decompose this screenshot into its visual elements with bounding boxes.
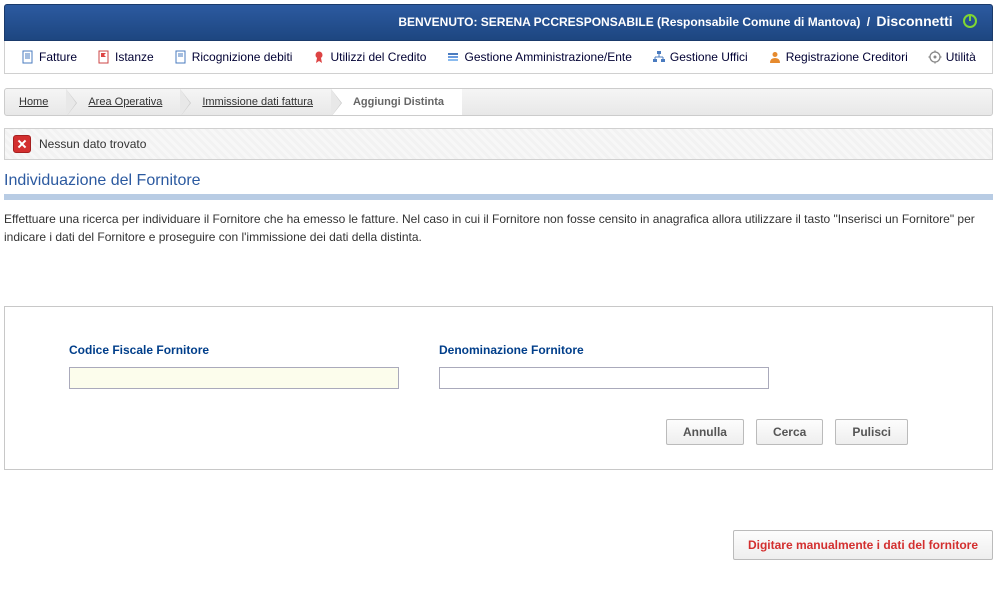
menu-label: Utilità <box>946 50 976 64</box>
den-input[interactable] <box>439 367 769 389</box>
menu-label: Fatture <box>39 50 77 64</box>
breadcrumb-home[interactable]: Home <box>5 89 66 115</box>
button-row: Annulla Cerca Pulisci <box>29 419 908 445</box>
section-description: Effettuare una ricerca per individuare i… <box>4 210 993 246</box>
slash: / <box>867 15 870 29</box>
flag-icon <box>97 50 111 64</box>
section-underline <box>4 194 993 200</box>
menu-label: Gestione Uffici <box>670 50 748 64</box>
stack-icon <box>446 50 460 64</box>
menu-label: Registrazione Creditori <box>786 50 908 64</box>
manual-entry-button[interactable]: Digitare manualmente i dati del fornitor… <box>733 530 993 560</box>
cf-label: Codice Fiscale Fornitore <box>69 343 399 357</box>
message-text: Nessun dato trovato <box>39 137 146 151</box>
section-title: Individuazione del Fornitore <box>4 172 993 190</box>
menu-fatture[interactable]: Fatture <box>13 47 85 67</box>
breadcrumb-current: Aggiungi Distinta <box>331 89 462 115</box>
breadcrumb: Home Area Operativa Immissione dati fatt… <box>4 88 993 116</box>
header-bar: BENVENUTO: SERENA PCCRESPONSABILE (Respo… <box>4 4 993 41</box>
document-icon <box>174 50 188 64</box>
form-row: Codice Fiscale Fornitore Denominazione F… <box>69 343 968 389</box>
user-icon <box>768 50 782 64</box>
annulla-button[interactable]: Annulla <box>666 419 744 445</box>
breadcrumb-area[interactable]: Area Operativa <box>66 89 180 115</box>
menu-label: Ricognizione debiti <box>192 50 293 64</box>
pulisci-button[interactable]: Pulisci <box>835 419 908 445</box>
menu-bar: Fatture Istanze Ricognizione debiti Util… <box>4 41 993 74</box>
menu-gestione-uffici[interactable]: Gestione Uffici <box>644 47 756 67</box>
menu-istanze[interactable]: Istanze <box>89 47 162 67</box>
cerca-button[interactable]: Cerca <box>756 419 823 445</box>
power-icon[interactable] <box>962 13 978 32</box>
cf-input[interactable] <box>69 367 399 389</box>
breadcrumb-immissione[interactable]: Immissione dati fattura <box>180 89 331 115</box>
welcome-text: BENVENUTO: SERENA PCCRESPONSABILE (Respo… <box>398 15 860 29</box>
message-row: Nessun dato trovato <box>4 128 993 160</box>
menu-label: Utilizzi del Credito <box>330 50 426 64</box>
menu-utilita[interactable]: Utilità <box>920 47 984 67</box>
form-panel: Codice Fiscale Fornitore Denominazione F… <box>4 306 993 470</box>
menu-gestione-amministrazione[interactable]: Gestione Amministrazione/Ente <box>438 47 639 67</box>
disconnect-link[interactable]: Disconnetti <box>876 13 952 29</box>
den-label: Denominazione Fornitore <box>439 343 769 357</box>
document-icon <box>21 50 35 64</box>
field-codice-fiscale: Codice Fiscale Fornitore <box>69 343 399 389</box>
menu-label: Istanze <box>115 50 154 64</box>
menu-ricognizione[interactable]: Ricognizione debiti <box>166 47 301 67</box>
menu-registrazione-creditori[interactable]: Registrazione Creditori <box>760 47 916 67</box>
footer-row: Digitare manualmente i dati del fornitor… <box>4 530 993 560</box>
menu-label: Gestione Amministrazione/Ente <box>464 50 631 64</box>
field-denominazione: Denominazione Fornitore <box>439 343 769 389</box>
gear-icon <box>928 50 942 64</box>
menu-utilizzi[interactable]: Utilizzi del Credito <box>304 47 434 67</box>
ribbon-icon <box>312 50 326 64</box>
node-icon <box>652 50 666 64</box>
error-icon <box>13 135 31 153</box>
